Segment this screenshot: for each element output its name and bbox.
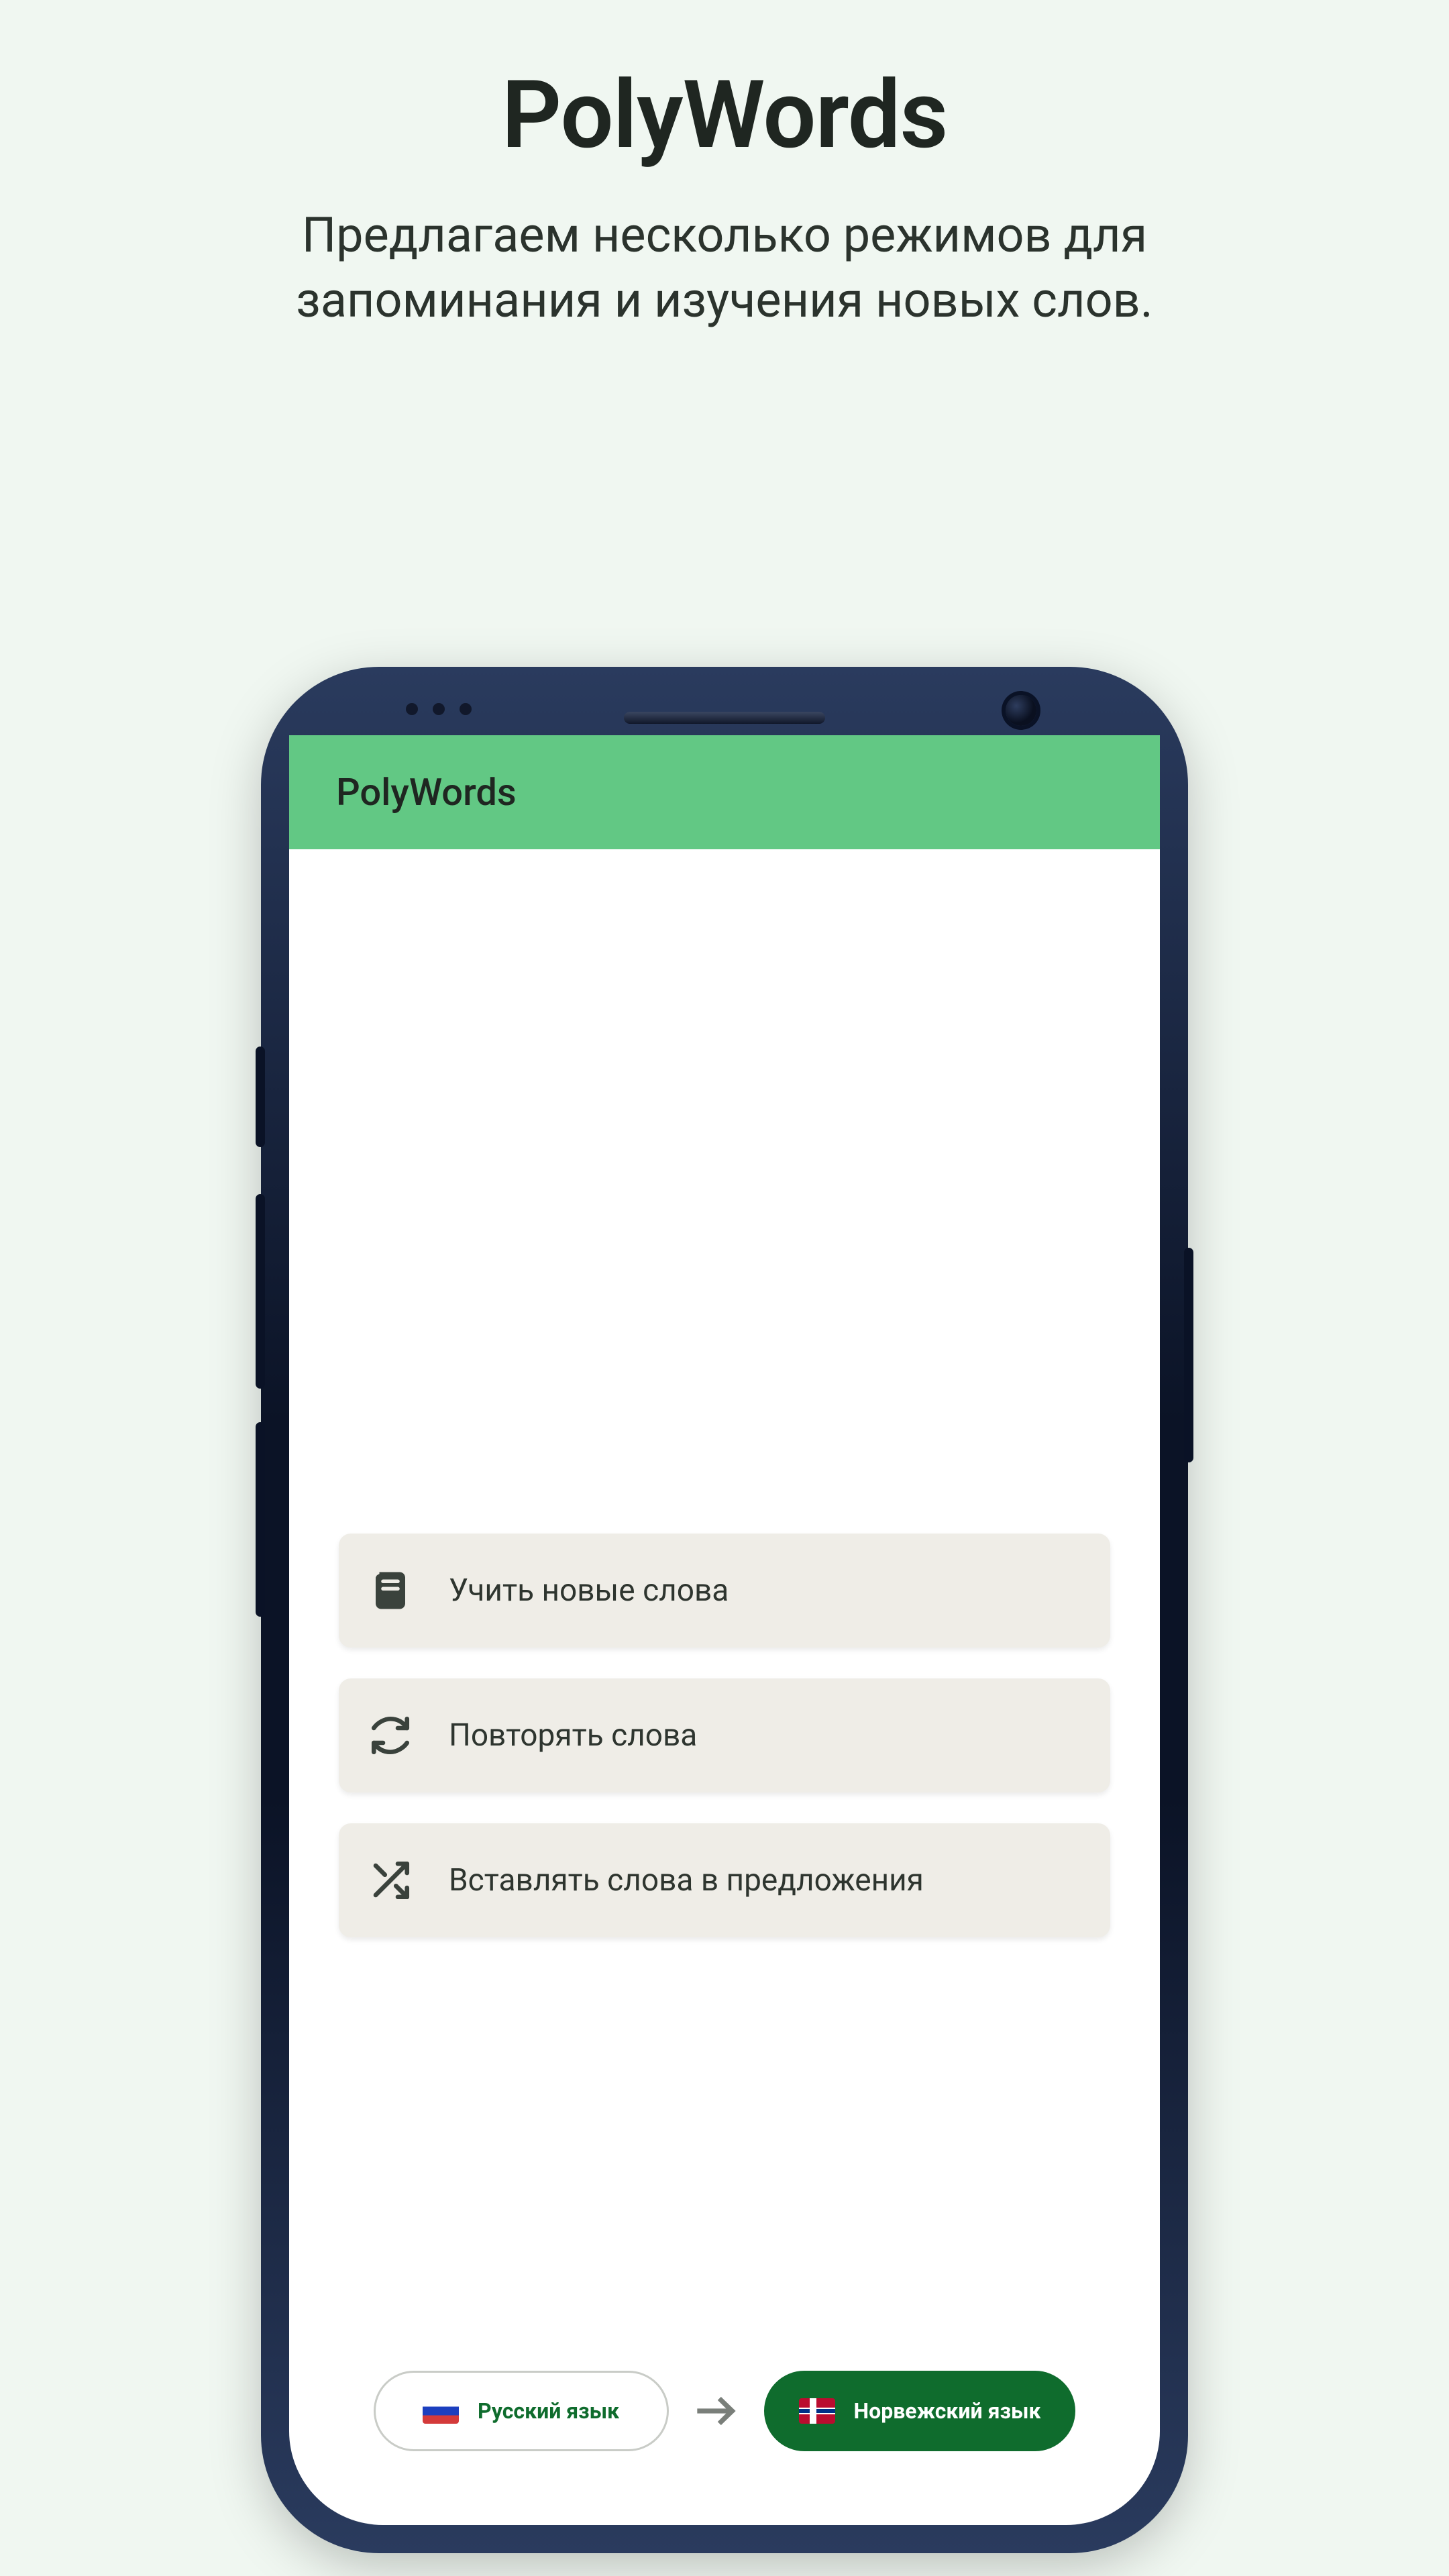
app-bar-title: PolyWords <box>336 770 517 814</box>
mode-repeat-words[interactable]: Повторять слова <box>339 1678 1110 1792</box>
source-language-pill[interactable]: Русский язык <box>374 2371 669 2451</box>
target-language-name: Норвежский язык <box>854 2398 1041 2424</box>
phone-side-button <box>256 1422 265 1617</box>
mode-insert-words[interactable]: Вставлять слова в предложения <box>339 1823 1110 1937</box>
target-language-pill[interactable]: Норвежский язык <box>764 2371 1076 2451</box>
phone-side-button <box>256 1046 265 1147</box>
arrow-right-icon <box>688 2382 745 2440</box>
promo-title: PolyWords <box>0 0 1449 170</box>
flag-norway-icon <box>799 2398 835 2424</box>
flag-russia-icon <box>423 2398 459 2424</box>
app-content: Учить новые слова Повторять слова Вставл… <box>289 849 1160 2525</box>
phone-mockup: PolyWords Учить новые слова Повторять сл… <box>265 671 1184 2549</box>
phone-front-camera <box>1006 695 1036 726</box>
book-icon <box>368 1568 413 1613</box>
mode-label: Вставлять слова в предложения <box>449 1862 924 1898</box>
mode-label: Повторять слова <box>449 1717 697 1754</box>
shuffle-icon <box>368 1858 413 1902</box>
mode-learn-new-words[interactable]: Учить новые слова <box>339 1534 1110 1648</box>
mode-label: Учить новые слова <box>449 1572 729 1609</box>
source-language-name: Русский язык <box>478 2398 619 2424</box>
promo-subtitle: Предлагаем несколько режимов для запомин… <box>154 203 1295 333</box>
phone-earpiece-row <box>265 698 1184 738</box>
app-bar: PolyWords <box>289 735 1160 849</box>
phone-screen: PolyWords Учить новые слова Повторять сл… <box>289 735 1160 2525</box>
phone-side-button <box>1184 1248 1193 1462</box>
repeat-icon <box>368 1713 413 1758</box>
mode-list: Учить новые слова Повторять слова Вставл… <box>339 1534 1110 1937</box>
phone-side-button <box>256 1194 265 1389</box>
phone-speaker <box>624 712 825 724</box>
language-bar: Русский язык Норвежский язык <box>289 2371 1160 2451</box>
